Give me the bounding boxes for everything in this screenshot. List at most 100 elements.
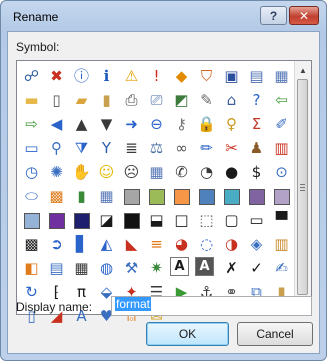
shield-icon[interactable]: ⛉ xyxy=(195,65,218,88)
bar-box-icon[interactable]: ▭ xyxy=(245,209,268,232)
eye-icon[interactable]: ⊙ xyxy=(270,161,293,184)
link-icon[interactable]: ∞ xyxy=(170,137,193,160)
checker-icon[interactable]: ▩ xyxy=(20,233,43,256)
split-swatch-icon[interactable]: ◪ xyxy=(95,209,118,232)
drop-icon[interactable]: ◭ xyxy=(95,233,118,256)
chart-grid-icon[interactable]: ▦ xyxy=(95,185,118,208)
ok-button[interactable]: OK xyxy=(146,322,229,346)
globe-icon[interactable]: ◍ xyxy=(95,257,118,280)
home-icon[interactable]: ⌂ xyxy=(220,89,243,112)
lock-icon[interactable]: 🔒 xyxy=(195,113,218,136)
help-icon[interactable]: ? xyxy=(245,89,268,112)
close-button[interactable]: ✕ xyxy=(289,6,319,25)
folder-icon[interactable]: ▬ xyxy=(20,89,43,112)
piechart-icon[interactable]: ◑ xyxy=(220,233,243,256)
disc-icon[interactable]: ● xyxy=(220,161,243,184)
teal-swatch-icon[interactable] xyxy=(220,185,243,208)
orange-swatch-icon[interactable] xyxy=(170,185,193,208)
title-bar[interactable]: Rename ? ✕ xyxy=(1,1,326,31)
table-icon[interactable]: ▦ xyxy=(145,161,168,184)
smiley-icon[interactable]: ☺ xyxy=(95,161,118,184)
light-blue-swatch-icon[interactable] xyxy=(20,209,43,232)
bar-chart-icon[interactable]: ▮ xyxy=(70,185,93,208)
bold-a-icon[interactable]: A xyxy=(195,257,214,276)
x-mark-icon[interactable]: ✗ xyxy=(220,257,243,280)
left-arrow-circle-icon[interactable]: ⊖ xyxy=(145,113,168,136)
diamond-alert-icon[interactable]: ◆ xyxy=(170,65,193,88)
checkmark-icon[interactable]: ✓ xyxy=(245,257,268,280)
calendar-grid-icon[interactable]: ▦ xyxy=(70,257,93,280)
chart-edit-icon[interactable]: ✍ xyxy=(270,257,293,280)
exclamation-icon[interactable]: ! xyxy=(145,65,168,88)
new-document-icon[interactable]: ▯ xyxy=(45,89,68,112)
image-icon[interactable]: ◩ xyxy=(170,89,193,112)
text-a-icon[interactable]: A xyxy=(170,257,189,276)
cut-icon[interactable]: ✂ xyxy=(220,137,243,160)
window-icon[interactable]: ▭ xyxy=(20,137,43,160)
up-arrow-circle-icon[interactable]: ➜ xyxy=(120,113,143,136)
back-arrow-icon[interactable]: ⇦ xyxy=(270,89,293,112)
header-box-icon[interactable]: ▀ xyxy=(270,209,293,232)
layers-icon[interactable]: ≡ xyxy=(145,233,168,256)
clock-icon[interactable]: ◷ xyxy=(20,161,43,184)
cancel-button[interactable]: Cancel xyxy=(237,322,313,346)
column-chart-icon[interactable]: ▋ xyxy=(70,233,93,256)
phone-icon[interactable]: ✆ xyxy=(170,161,193,184)
sad-face-icon[interactable]: ☹ xyxy=(120,161,143,184)
warning-icon[interactable]: ⚠ xyxy=(120,65,143,88)
document-list-icon[interactable]: ≣ xyxy=(120,137,143,160)
paste-icon[interactable]: ▮ xyxy=(95,89,118,112)
mountain-chart-icon[interactable]: ◣ xyxy=(120,233,143,256)
filter-icon[interactable]: ⧩ xyxy=(70,137,93,160)
symbol-list[interactable]: ☍ ✖ ⓘ ℹ ⚠! ◆ ⛉ ▣ ▤ ▦ ▬ ▯ ▰ ▮ ⎙ ⎚ ◩ ✎ ⌂? ⇦ ⇨ ◀ ▲ ▼ ➜ ⊖ ⚷ 🔒 ♀ Σ ✐ ▭ ⚲ ⧩ Y ≣ ⚖ ∞… xyxy=(16,60,312,324)
user-icon[interactable]: ♟ xyxy=(245,137,268,160)
vertical-scrollbar[interactable]: ▲ ▼ xyxy=(294,61,311,314)
info-icon[interactable]: ⓘ xyxy=(70,65,93,88)
save-icon[interactable]: ▣ xyxy=(220,65,243,88)
lavender-swatch-icon[interactable] xyxy=(270,185,293,208)
purple-swatch-icon[interactable] xyxy=(245,185,268,208)
outline-box-icon[interactable]: □ xyxy=(170,209,193,232)
empty-box-icon[interactable]: ▢ xyxy=(220,209,243,232)
dotted-box-icon[interactable]: ⬚ xyxy=(195,209,218,232)
lens-icon[interactable]: ⬭ xyxy=(20,185,43,208)
ring-chart-icon[interactable]: ◌ xyxy=(195,233,218,256)
display-name-input[interactable]: format xyxy=(111,296,312,316)
color-grid-icon[interactable]: ▩ xyxy=(45,185,68,208)
save-all-icon[interactable]: ▤ xyxy=(245,65,268,88)
arrow-circle-icon[interactable]: ➲ xyxy=(45,233,68,256)
multi-save-icon[interactable]: ▦ xyxy=(270,65,293,88)
left-arrow-icon[interactable]: ◀ xyxy=(45,113,68,136)
print-preview-icon[interactable]: ⎚ xyxy=(145,89,168,112)
sum-icon[interactable]: Σ xyxy=(245,113,268,136)
calendar-icon[interactable]: ▥ xyxy=(270,137,293,160)
gray-swatch-icon[interactable] xyxy=(120,185,143,208)
info-circle-icon[interactable]: ℹ xyxy=(95,65,118,88)
search-icon[interactable]: ⚲ xyxy=(45,137,68,160)
book-icon[interactable]: ▥ xyxy=(270,233,293,256)
form-icon[interactable]: ▤ xyxy=(45,257,68,280)
donut-chart-icon[interactable]: ◕ xyxy=(170,233,193,256)
navy-swatch-icon[interactable] xyxy=(70,209,93,232)
stack-icon[interactable]: ◈ xyxy=(245,233,268,256)
pencil-icon[interactable]: ✐ xyxy=(270,113,293,136)
open-folder-icon[interactable]: ▰ xyxy=(70,89,93,112)
blue-swatch-icon[interactable] xyxy=(195,185,218,208)
cube-icon[interactable]: ◧ xyxy=(20,257,43,280)
wrench-icon[interactable]: ⚒ xyxy=(120,257,143,280)
green-swatch-icon[interactable] xyxy=(145,185,168,208)
hand-icon[interactable]: ✋ xyxy=(70,161,93,184)
help-button[interactable]: ? xyxy=(260,6,287,25)
sparkle-icon[interactable]: ✺ xyxy=(45,161,68,184)
star-burst-icon[interactable]: ✷ xyxy=(145,257,168,280)
scroll-thumb[interactable] xyxy=(297,79,308,295)
scroll-up-arrow-icon[interactable]: ▲ xyxy=(295,62,311,78)
org-chart-icon[interactable]: ☍ xyxy=(20,65,43,88)
triangle-down-icon[interactable]: ▼ xyxy=(95,113,118,136)
key-icon[interactable]: ⚷ xyxy=(170,113,193,136)
forward-arrow-icon[interactable]: ⇨ xyxy=(20,113,43,136)
dollar-icon[interactable]: $ xyxy=(245,161,268,184)
pie-chart-icon[interactable]: ◔ xyxy=(195,161,218,184)
funnel-icon[interactable]: Y xyxy=(95,137,118,160)
edit-icon[interactable]: ✏ xyxy=(195,137,218,160)
